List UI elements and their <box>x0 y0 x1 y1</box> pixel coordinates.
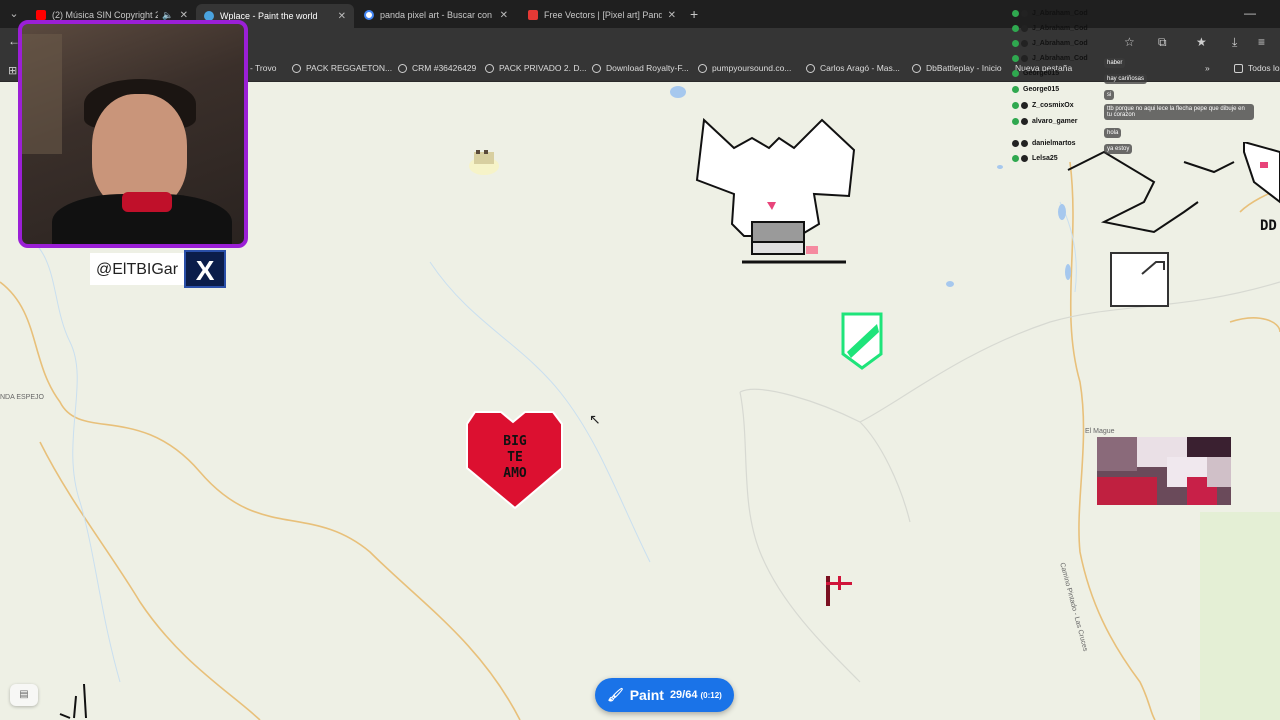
status-dot <box>1012 25 1019 32</box>
pixel-art-lines <box>59 683 87 719</box>
chat-line: Lelsa25 <box>1012 155 1058 162</box>
chat-line: George015 <box>1012 70 1059 77</box>
pixel-art-image <box>1097 437 1231 505</box>
pixel-art-heart: BIG TE AMO <box>465 410 565 510</box>
paint-label: Paint <box>629 687 664 703</box>
place-label: El Mague <box>1085 428 1115 435</box>
close-icon[interactable]: ✕ <box>500 10 508 21</box>
badge-icon <box>1021 155 1028 162</box>
place-label: NDA ESPEJO <box>0 394 44 401</box>
globe-icon <box>485 63 494 73</box>
chat-message: haber <box>1104 58 1126 68</box>
status-dot <box>1012 155 1019 162</box>
badge-icon <box>1021 102 1028 109</box>
chat-line: danielmartos <box>1012 140 1076 147</box>
x-logo-icon: X <box>184 250 227 288</box>
bookmark-item[interactable]: pumpyoursound.co... <box>698 63 791 73</box>
chat-message: ya estoy <box>1104 144 1133 154</box>
chat-message: hay cariñosas <box>1104 74 1148 84</box>
badge-icon <box>1021 40 1028 47</box>
brush-icon: 🖌 <box>607 687 624 702</box>
status-dot <box>1012 10 1019 17</box>
stream-chat: J_Abraham_Cod J_Abraham_Cod J_Abraham_Co… <box>1008 0 1280 162</box>
globe-icon <box>806 63 815 73</box>
pixel-art-cat <box>695 118 856 264</box>
chat-message: si <box>1104 90 1115 100</box>
close-icon[interactable]: ✕ <box>180 10 188 21</box>
chat-message: ttb porque no aqui lece la flecha pepe q… <box>1104 104 1254 120</box>
tab-google[interactable]: panda pixel art - Buscar con Go ✕ <box>356 4 516 26</box>
paint-button[interactable]: 🖌 Paint 29/64 (0:12) <box>595 678 734 712</box>
chat-line: J_Abraham_Cod <box>1012 55 1088 62</box>
status-dot <box>1012 40 1019 47</box>
pixel-art-cake <box>469 150 499 175</box>
globe-icon <box>912 63 921 73</box>
svg-text:DD: DD <box>1260 218 1277 234</box>
paint-timer: (0:12) <box>700 690 722 700</box>
pixel-art-flag <box>826 576 852 606</box>
paint-charges: 29/64 <box>669 689 698 701</box>
microphone <box>122 192 172 212</box>
globe-icon <box>398 63 407 73</box>
chat-line: J_Abraham_Cod <box>1012 10 1088 17</box>
youtube-icon <box>36 10 46 20</box>
globe-icon <box>292 63 301 73</box>
badge-icon <box>1021 55 1028 62</box>
bookmark-item[interactable]: Download Royalty-F... <box>592 63 689 73</box>
heart-text-line: TE <box>507 450 523 465</box>
menu-icon: ▤ <box>19 689 29 700</box>
chat-line: J_Abraham_Cod <box>1012 40 1088 47</box>
status-dot <box>1012 86 1019 93</box>
bookmark-item[interactable]: DbBattleplay - Inicio <box>912 63 1002 73</box>
globe-icon <box>698 63 707 73</box>
chat-line: Z_cosmixOx <box>1012 102 1074 109</box>
bookmark-item[interactable]: PACK PRIVADO 2. D... <box>485 63 587 73</box>
status-dot <box>1012 70 1019 77</box>
tab-search-icon[interactable]: ⌄ <box>6 6 22 22</box>
status-dot <box>1012 102 1019 109</box>
badge-icon <box>1021 140 1028 147</box>
tab-freevectors[interactable]: Free Vectors | [Pixel art] Panda ✕ <box>520 4 684 26</box>
badge-icon <box>1012 140 1019 147</box>
pixel-art-green-badge <box>841 312 883 370</box>
mouse-cursor-icon: ↖ <box>589 411 601 427</box>
webcam-background <box>22 34 62 154</box>
close-icon[interactable]: ✕ <box>338 11 346 22</box>
badge-icon <box>1021 25 1028 32</box>
chat-line: George015 <box>1012 86 1059 93</box>
chat-message: hola <box>1104 128 1122 138</box>
close-icon[interactable]: ✕ <box>668 10 676 21</box>
pixel-art-square <box>1110 252 1169 307</box>
globe-icon <box>592 63 601 73</box>
vectors-icon <box>528 10 538 20</box>
bookmark-item[interactable]: Carlos Aragó - Mas... <box>806 63 900 73</box>
status-dot <box>1012 118 1019 125</box>
new-tab-icon[interactable]: + <box>690 6 698 22</box>
google-icon <box>364 10 374 20</box>
badge-icon <box>1021 10 1028 17</box>
social-handle: @ElTBIGar <box>90 253 185 285</box>
heart-text-line: BIG <box>503 434 527 449</box>
audio-icon[interactable]: 🔈 <box>162 10 173 21</box>
bookmark-item[interactable]: - Trovo <box>250 63 276 73</box>
chat-line: alvaro_gamer <box>1012 118 1078 125</box>
webcam-overlay <box>18 20 248 248</box>
badge-icon <box>1021 118 1028 125</box>
social-handle-tag: @ElTBIGar X <box>90 250 227 288</box>
bookmark-item[interactable]: CRM #36426429 <box>398 63 476 73</box>
chat-line: J_Abraham_Cod <box>1012 25 1088 32</box>
bookmark-item[interactable]: PACK REGGAETON... <box>292 63 392 73</box>
map-menu-button[interactable]: ▤ <box>10 684 38 706</box>
apps-icon[interactable]: ⊞ <box>8 64 17 77</box>
heart-text-line: AMO <box>503 466 527 481</box>
status-dot <box>1012 55 1019 62</box>
